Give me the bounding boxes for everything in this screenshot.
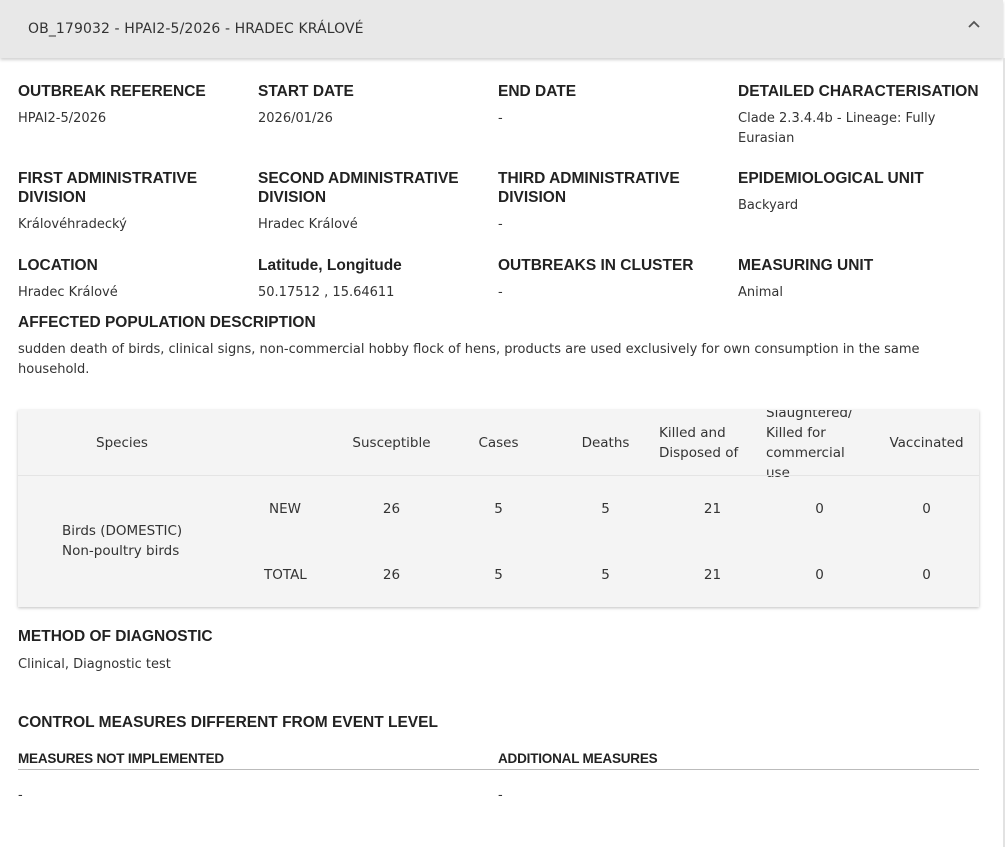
field-second-admin-division: SECOND ADMINISTRATIVE DIVISION Hradec Kr… xyxy=(258,169,473,235)
field-label: END DATE xyxy=(498,83,577,100)
table-header-divider xyxy=(18,475,979,476)
field-label: SECOND ADMINISTRATIVE DIVISION xyxy=(258,170,459,206)
field-outbreak-reference: OUTBREAK REFERENCE HPAI2-5/2026 xyxy=(18,82,248,129)
field-measuring-unit: MEASURING UNIT Animal xyxy=(738,256,968,303)
cell-deaths-new: 5 xyxy=(601,501,610,517)
th-vaccinated: Vaccinated xyxy=(889,434,964,451)
th-species: Species xyxy=(96,434,148,451)
row-label-new: NEW xyxy=(269,501,301,517)
cell-slaughtered-new: 0 xyxy=(815,501,824,517)
field-label: EPIDEMIOLOGICAL UNIT xyxy=(738,170,924,187)
field-value: Hradec Králové xyxy=(258,217,358,232)
field-value: Backyard xyxy=(738,198,799,213)
field-value: Animal xyxy=(738,285,783,300)
diagnostic-label: METHOD OF DIAGNOSTIC xyxy=(18,628,213,645)
field-end-date: END DATE - xyxy=(498,82,728,129)
cell-vaccinated-total: 0 xyxy=(922,567,931,583)
cell-susceptible-new: 26 xyxy=(382,501,401,517)
field-value: - xyxy=(498,111,503,126)
field-label: MEASURING UNIT xyxy=(738,257,874,274)
field-label: OUTBREAK REFERENCE xyxy=(18,83,206,100)
cell-killed-new: 21 xyxy=(703,501,722,517)
field-value: 2026/01/26 xyxy=(258,111,333,126)
field-label: Latitude, Longitude xyxy=(258,257,402,274)
field-label: THIRD ADMINISTRATIVE DIVISION xyxy=(498,170,680,206)
field-value: Královéhradecký xyxy=(18,217,127,232)
field-value: HPAI2-5/2026 xyxy=(18,111,107,126)
field-label: FIRST ADMINISTRATIVE DIVISION xyxy=(18,170,198,206)
field-value: Clade 2.3.4.4b - Lineage: Fully Eurasian xyxy=(738,111,936,146)
th-susceptible: Susceptible xyxy=(352,434,431,451)
control-measures-label: CONTROL MEASURES DIFFERENT FROM EVENT LE… xyxy=(18,714,438,731)
additional-measures-value: - xyxy=(498,788,503,803)
field-detailed-characterisation: DETAILED CHARACTERISATION Clade 2.3.4.4b… xyxy=(738,82,988,149)
measures-not-implemented-value: - xyxy=(18,788,23,803)
chevron-up-icon[interactable] xyxy=(967,18,981,32)
field-first-admin-division: FIRST ADMINISTRATIVE DIVISION Královéhra… xyxy=(18,169,233,235)
th-cases: Cases xyxy=(478,434,519,451)
population-table: Species Susceptible Cases Deaths Killed … xyxy=(18,410,979,607)
field-start-date: START DATE 2026/01/26 xyxy=(258,82,488,129)
cell-cases-total: 5 xyxy=(494,567,503,583)
affected-population-value: sudden death of birds, clinical signs, n… xyxy=(18,342,920,377)
field-label: LOCATION xyxy=(18,257,98,274)
th-deaths: Deaths xyxy=(581,434,630,451)
species-label: Birds (DOMESTIC) Non-poultry birds xyxy=(62,523,183,559)
measures-not-implemented-label: MEASURES NOT IMPLEMENTED xyxy=(18,751,224,766)
cell-killed-total: 21 xyxy=(703,567,722,583)
cell-slaughtered-total: 0 xyxy=(815,567,824,583)
field-value: 50.17512 , 15.64611 xyxy=(258,285,395,300)
field-location: LOCATION Hradec Králové xyxy=(18,256,248,303)
diagnostic-value: Clinical, Diagnostic test xyxy=(18,657,171,672)
field-lat-long: Latitude, Longitude 50.17512 , 15.64611 xyxy=(258,256,488,303)
field-third-admin-division: THIRD ADMINISTRATIVE DIVISION - xyxy=(498,169,713,235)
field-outbreaks-in-cluster: OUTBREAKS IN CLUSTER - xyxy=(498,256,728,303)
row-label-total: TOTAL xyxy=(264,567,307,583)
affected-population-label: AFFECTED POPULATION DESCRIPTION xyxy=(18,314,316,331)
panel-title: OB_179032 - HPAI2-5/2026 - HRADEC KRÁLOV… xyxy=(28,21,364,37)
field-label: DETAILED CHARACTERISATION xyxy=(738,83,979,100)
field-epidemiological-unit: EPIDEMIOLOGICAL UNIT Backyard xyxy=(738,169,968,216)
cell-deaths-total: 5 xyxy=(601,567,610,583)
field-value: - xyxy=(498,217,503,232)
field-label: OUTBREAKS IN CLUSTER xyxy=(498,257,694,274)
field-label: START DATE xyxy=(258,83,354,100)
th-killed: Killed and Disposed of xyxy=(659,424,739,461)
cell-vaccinated-new: 0 xyxy=(922,501,931,517)
outbreak-panel-header[interactable]: OB_179032 - HPAI2-5/2026 - HRADEC KRÁLOV… xyxy=(0,0,1003,58)
additional-measures-label: ADDITIONAL MEASURES xyxy=(498,751,658,766)
cell-susceptible-total: 26 xyxy=(382,567,401,583)
field-value: - xyxy=(498,285,503,300)
th-slaughtered: Slaughtered/ Killed for commercial use xyxy=(766,410,853,481)
cell-cases-new: 5 xyxy=(494,501,503,517)
measures-divider xyxy=(18,769,979,770)
field-value: Hradec Králové xyxy=(18,285,118,300)
